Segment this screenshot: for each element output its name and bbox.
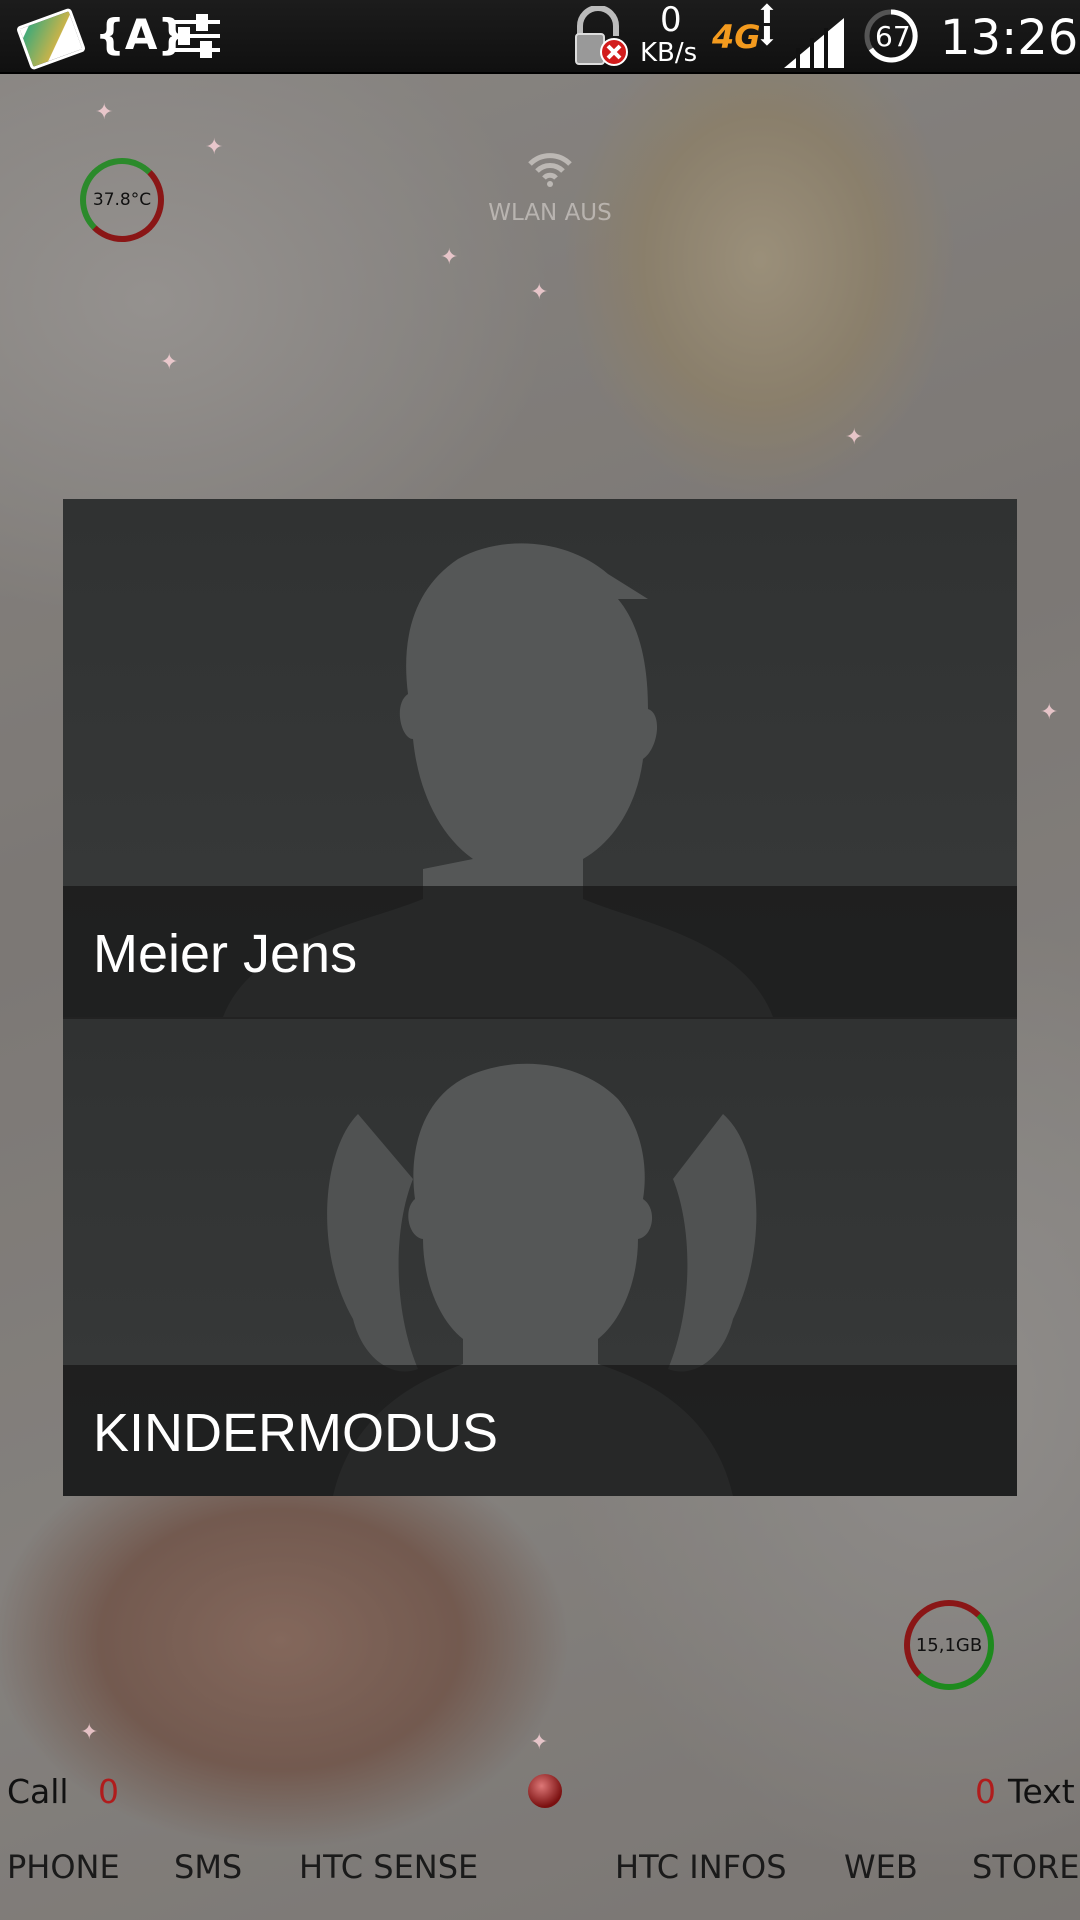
sparkle-icon: ✦ [205, 135, 224, 160]
user-name: Meier Jens [93, 924, 358, 984]
wifi-status-label: WLAN AUS [488, 200, 612, 226]
sparkle-icon: ✦ [530, 1730, 549, 1755]
dock-web[interactable]: WEB [844, 1848, 918, 1886]
sparkle-icon: ✦ [1040, 700, 1059, 725]
signal-icon [784, 18, 844, 68]
sparkle-icon: ✦ [530, 280, 549, 305]
dock-store[interactable]: STORE [972, 1848, 1080, 1886]
photo-icon [15, 7, 87, 71]
storage-value: 15,1GB [915, 1634, 983, 1656]
text-label[interactable]: Text [1008, 1772, 1075, 1811]
data-rate-unit: KB/s [640, 38, 698, 68]
user-card-meier-jens[interactable]: Meier Jens [63, 499, 1017, 1017]
clock-time: 13:26 [940, 10, 1079, 66]
wifi-toggle-widget[interactable]: WLAN AUS [480, 150, 620, 226]
user-name-bar: Meier Jens [63, 886, 1017, 1017]
user-card-kindermodus[interactable]: KINDERMODUS [63, 1017, 1017, 1496]
user-name: KINDERMODUS [93, 1403, 499, 1463]
dock-htc-infos[interactable]: HTC INFOS [615, 1848, 787, 1886]
sparkle-icon: ✦ [845, 425, 864, 450]
4g-icon: 4G [712, 18, 761, 56]
user-picker-panel: Meier Jens KINDERMODUS [63, 499, 1017, 1496]
battery-level: 67 [875, 20, 911, 53]
status-bar: {A} 0 KB/s 4G ⬆ ⬇ 67 13:26 [0, 0, 1080, 74]
sparkle-icon: ✦ [160, 350, 179, 375]
user-name-bar: KINDERMODUS [63, 1365, 1017, 1496]
storage-widget[interactable]: 15,1GB [904, 1600, 994, 1690]
call-label[interactable]: Call [7, 1772, 69, 1811]
temperature-widget[interactable]: 37.8°C [80, 158, 164, 242]
sliders-icon [172, 14, 220, 58]
dock-htc-sense[interactable]: HTC SENSE [299, 1848, 478, 1886]
sparkle-icon: ✦ [80, 1720, 99, 1745]
sparkle-icon: ✦ [95, 100, 114, 125]
call-count: 0 [98, 1772, 119, 1811]
dock-sms[interactable]: SMS [174, 1848, 242, 1886]
lock-blocked-icon [575, 6, 628, 66]
temperature-value: 37.8°C [92, 190, 152, 210]
wifi-icon [528, 153, 572, 187]
globe-icon[interactable] [528, 1774, 562, 1808]
dock-phone[interactable]: PHONE [7, 1848, 120, 1886]
sparkle-icon: ✦ [440, 245, 459, 270]
data-transfer-icon: ⬆ ⬇ [756, 0, 778, 52]
data-rate-value: 0 [660, 0, 682, 40]
text-count: 0 [975, 1772, 996, 1811]
